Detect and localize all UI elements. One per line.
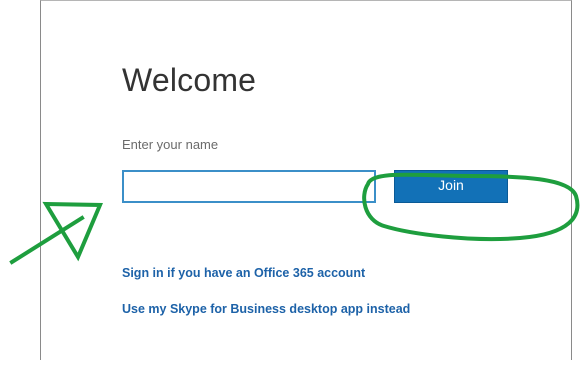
name-field-label: Enter your name <box>122 137 219 152</box>
join-button[interactable]: Join <box>394 170 508 203</box>
page-title: Welcome <box>122 62 257 98</box>
office365-sign-in-link[interactable]: Sign in if you have an Office 365 accoun… <box>122 266 365 280</box>
skype-desktop-app-link[interactable]: Use my Skype for Business desktop app in… <box>122 302 410 316</box>
name-input[interactable] <box>122 170 376 203</box>
